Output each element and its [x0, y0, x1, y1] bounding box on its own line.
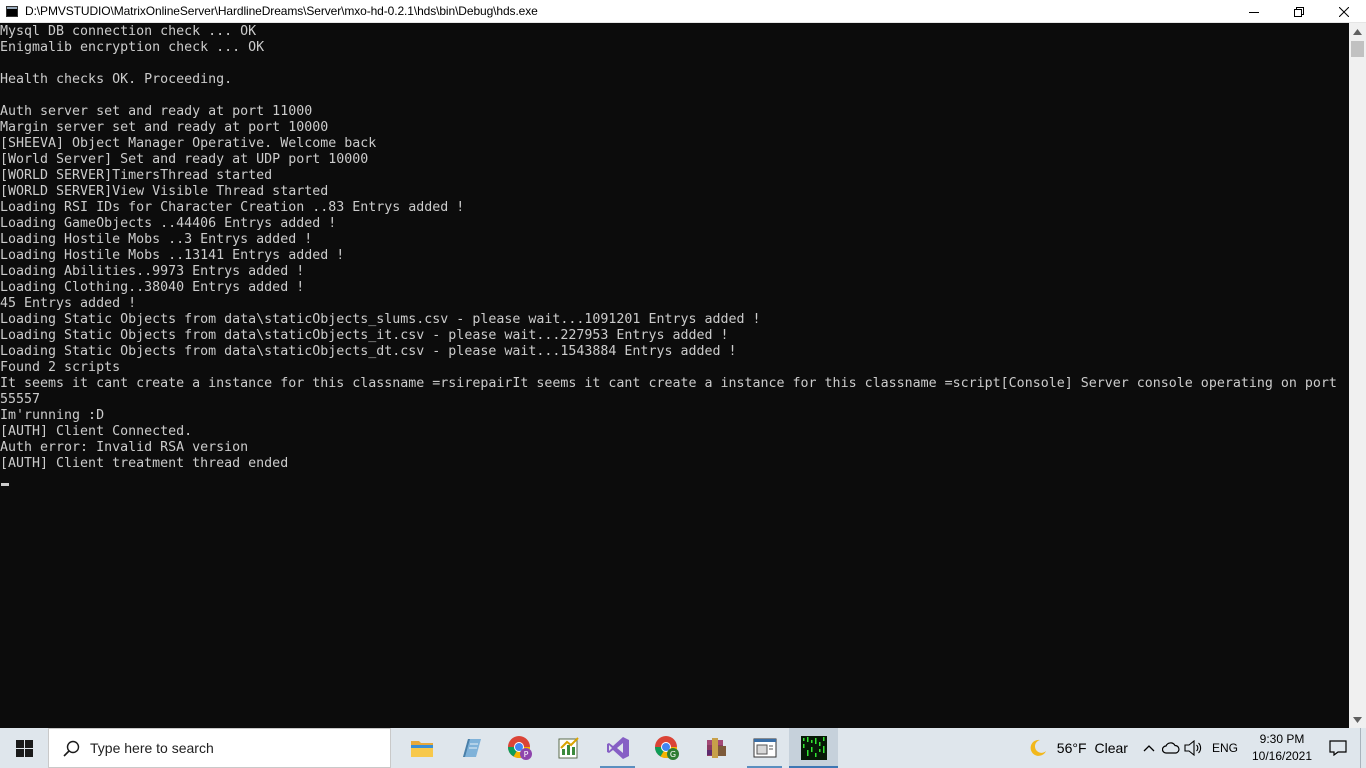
scroll-thumb[interactable]: [1351, 41, 1364, 57]
taskbar-app-visual-studio[interactable]: [593, 728, 642, 768]
winrar-icon: [706, 738, 726, 758]
console-app-icon: [6, 5, 18, 17]
restore-button[interactable]: [1276, 0, 1321, 23]
close-button[interactable]: [1321, 0, 1366, 23]
matrix-app-icon: [800, 736, 827, 760]
file-explorer-icon: [410, 741, 433, 757]
search-input[interactable]: [90, 740, 370, 756]
console-line: Loading Hostile Mobs ..13141 Entrys adde…: [0, 248, 345, 263]
console-line: Loading GameObjects ..44406 Entrys added…: [0, 216, 337, 231]
console-line: Auth server set and ready at port 11000: [0, 104, 313, 119]
taskbar-apps: P G: [397, 728, 838, 768]
window-titlebar[interactable]: D:\PMVSTUDIO\MatrixOnlineServer\Hardline…: [0, 0, 1366, 23]
console-output[interactable]: Mysql DB connection check ... OK Enigmali…: [0, 23, 1349, 728]
taskbar-app-chrome-g[interactable]: G: [642, 728, 691, 768]
taskbar-app-chrome-p[interactable]: P: [495, 728, 544, 768]
console-line: [World Server] Set and ready at UDP port…: [0, 152, 369, 167]
chrome-profile-g-icon: G: [654, 736, 679, 760]
console-line: Loading RSI IDs for Character Creation .…: [0, 200, 465, 215]
tray-overflow-button[interactable]: [1138, 728, 1160, 768]
svg-text:G: G: [669, 750, 675, 759]
console-line: Auth error: Invalid RSA version: [0, 440, 249, 455]
chevron-up-icon: [1353, 28, 1362, 35]
chevron-down-icon: [1353, 716, 1362, 723]
console-cursor: [1, 483, 9, 486]
console-line: Im'running :D: [0, 408, 105, 423]
console-line: Loading Static Objects from data\staticO…: [0, 312, 761, 327]
action-center-button[interactable]: [1316, 728, 1360, 768]
scroll-down-button[interactable]: [1349, 711, 1366, 728]
minimize-button[interactable]: [1231, 0, 1276, 23]
console-line: 55557: [0, 392, 41, 407]
chart-app-icon: [558, 737, 579, 759]
scroll-up-button[interactable]: [1349, 23, 1366, 40]
console-line: Margin server set and ready at port 1000…: [0, 120, 329, 135]
notification-icon: [1329, 740, 1347, 756]
close-icon: [1338, 6, 1349, 17]
taskbar-app-file-explorer[interactable]: [397, 728, 446, 768]
console-scrollbar[interactable]: [1349, 23, 1366, 728]
console-text: Mysql DB connection check ... OK Enigmali…: [0, 23, 1349, 472]
chevron-up-icon: [1143, 745, 1155, 752]
console-line: Health checks OK. Proceeding.: [0, 72, 233, 87]
tray-onedrive[interactable]: [1160, 728, 1182, 768]
console-line: Mysql DB connection check ... OK: [0, 24, 257, 39]
weather-widget[interactable]: 56°F Clear: [1029, 728, 1128, 768]
taskbar-app-console-window[interactable]: [740, 728, 789, 768]
weather-temp: 56°F: [1056, 740, 1087, 756]
console-line: 45 Entrys added !: [0, 296, 137, 311]
console-line: Found 2 scripts: [0, 360, 121, 375]
console-line: [WORLD SERVER]View Visible Thread starte…: [0, 184, 329, 199]
console-line: Loading Abilities..9973 Entrys added !: [0, 264, 305, 279]
taskbar-app-notepad[interactable]: [446, 728, 495, 768]
moon-icon: [1029, 739, 1047, 757]
console-line: [SHEEVA] Object Manager Operative. Welco…: [0, 136, 377, 151]
console-window-icon: [753, 738, 776, 758]
console-line: Loading Hostile Mobs ..3 Entrys added !: [0, 232, 313, 247]
chrome-profile-p-icon: P: [507, 736, 532, 760]
taskbar-search[interactable]: [48, 728, 391, 768]
console-line: [WORLD SERVER]TimersThread started: [0, 168, 273, 183]
system-tray: 56°F Clear ENG 9:30 PM 10/16/2021: [1029, 728, 1366, 768]
window-title: D:\PMVSTUDIO\MatrixOnlineServer\Hardline…: [25, 4, 538, 18]
taskbar-clock[interactable]: 9:30 PM 10/16/2021: [1248, 728, 1316, 768]
start-button[interactable]: [0, 728, 48, 768]
visual-studio-icon: [606, 737, 629, 759]
taskbar-app-matrix[interactable]: [789, 728, 838, 768]
console-line: Loading Clothing..38040 Entrys added !: [0, 280, 305, 295]
restore-icon: [1293, 6, 1304, 17]
speaker-icon: [1184, 740, 1202, 756]
minimize-icon: [1248, 11, 1259, 13]
weather-condition: Clear: [1094, 740, 1128, 756]
show-desktop-button[interactable]: [1360, 728, 1366, 768]
console-line: [AUTH] Client treatment thread ended: [0, 456, 289, 471]
tray-volume[interactable]: [1182, 728, 1204, 768]
console-line: [AUTH] Client Connected.: [0, 424, 193, 439]
input-language[interactable]: ENG: [1212, 741, 1238, 755]
windows-logo-icon: [15, 739, 33, 757]
search-icon: [63, 740, 80, 757]
console-line: It seems it cant create a instance for t…: [0, 376, 1337, 391]
clock-date: 10/16/2021: [1251, 749, 1313, 763]
notepad-icon: [462, 739, 481, 757]
svg-text:P: P: [523, 750, 528, 759]
cloud-icon: [1161, 742, 1180, 754]
taskbar-app-chart[interactable]: [544, 728, 593, 768]
taskbar-app-winrar[interactable]: [691, 728, 740, 768]
clock-time: 9:30 PM: [1259, 732, 1305, 746]
window-controls: [1231, 0, 1366, 23]
console-line: Loading Static Objects from data\staticO…: [0, 344, 737, 359]
console-line: Enigmalib encryption check ... OK: [0, 40, 265, 55]
taskbar: P G 56°F Clear: [0, 728, 1366, 768]
console-line: Loading Static Objects from data\staticO…: [0, 328, 729, 343]
